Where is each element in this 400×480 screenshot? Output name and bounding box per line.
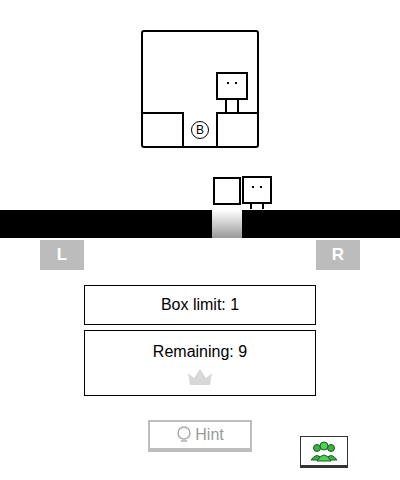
ground-hole (212, 210, 242, 238)
box-limit-text: Box limit: 1 (161, 296, 239, 314)
ground-block (242, 210, 400, 238)
shoulder-button[interactable]: L (40, 240, 84, 270)
ground-block (0, 210, 212, 238)
lightbulb-icon (176, 426, 192, 444)
hint-button: Hint (148, 420, 252, 452)
remaining-panel: Remaining: 9 (84, 330, 316, 396)
hint-label: Hint (195, 426, 223, 444)
ground (0, 210, 400, 238)
b-button-badge: B (191, 121, 209, 139)
remaining-text: Remaining: 9 (153, 343, 247, 361)
bottom-row: Hint (0, 420, 400, 468)
box-limit-panel: Box limit: 1 (84, 285, 316, 325)
people-icon (310, 440, 338, 462)
game-screen: BLRBox limit: 1Remaining: 9Hint (0, 0, 400, 480)
shoulder-button[interactable]: R (316, 240, 360, 270)
crown-icon (186, 367, 214, 387)
boxboy-character-icon (242, 176, 274, 212)
shoulder-button-row: LR (0, 240, 400, 270)
spawned-box (213, 177, 241, 205)
stage (0, 170, 400, 240)
level-preview: B (141, 30, 259, 148)
community-button[interactable] (300, 436, 348, 468)
